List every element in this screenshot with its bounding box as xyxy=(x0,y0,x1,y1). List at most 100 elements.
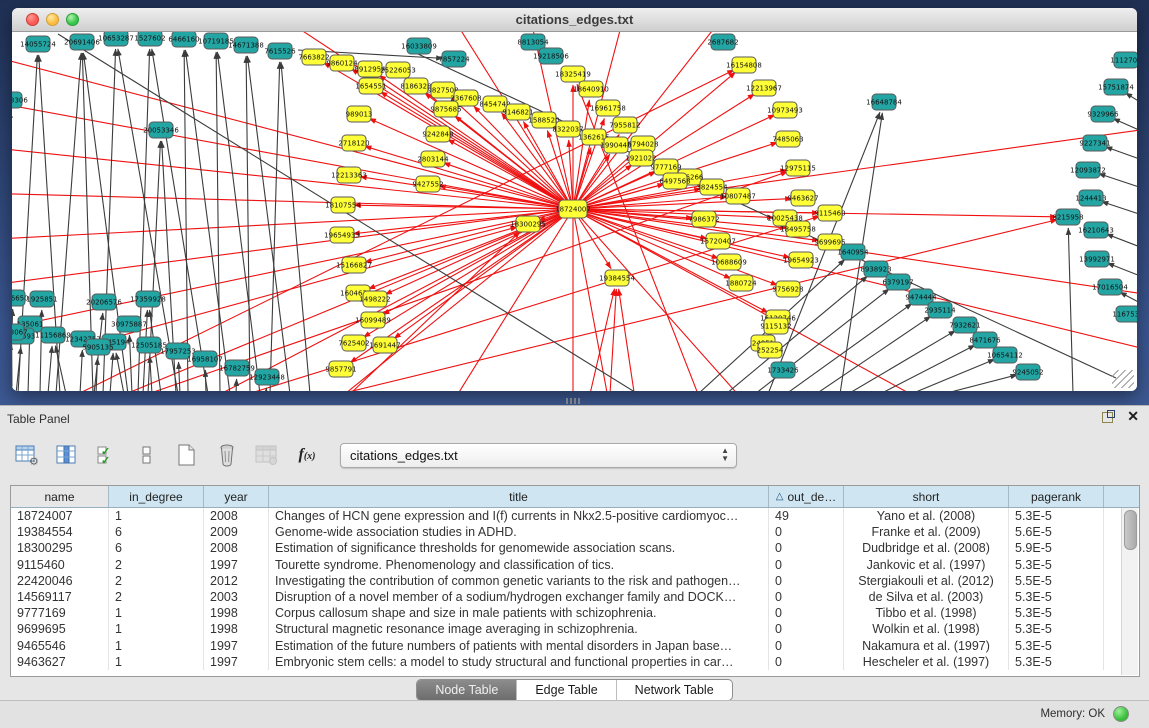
delete-table-button[interactable] xyxy=(212,440,242,470)
cell-out_degree[interactable]: 49 xyxy=(769,508,844,524)
cell-short[interactable]: Wolkin et al. (1998) xyxy=(844,621,1009,637)
graph-node[interactable]: 7857224 xyxy=(438,51,470,67)
graph-node[interactable]: 15751874 xyxy=(1098,79,1134,95)
graph-node[interactable]: 9115460 xyxy=(814,205,845,221)
cell-in_degree[interactable]: 1 xyxy=(109,605,204,621)
new-table-button[interactable] xyxy=(172,440,202,470)
cell-year[interactable]: 2012 xyxy=(204,573,269,589)
graph-node[interactable]: 15166827 xyxy=(336,257,372,273)
graph-node[interactable]: 12093872 xyxy=(1070,162,1106,178)
graph-node[interactable]: 1654551 xyxy=(355,78,386,94)
cell-pagerank[interactable]: 5.3E-5 xyxy=(1009,589,1104,605)
cell-short[interactable]: de Silva et al. (2003) xyxy=(844,589,1009,605)
cell-pagerank[interactable]: 5.3E-5 xyxy=(1009,508,1104,524)
cell-name[interactable]: 9465546 xyxy=(11,638,109,654)
graph-node[interactable]: 20691406 xyxy=(64,34,100,50)
graph-node[interactable]: 16033809 xyxy=(401,38,437,54)
table-settings-button[interactable]: ⚙ xyxy=(12,440,42,470)
graph-node[interactable]: 8215958 xyxy=(1052,209,1083,225)
panel-splitter-handle[interactable] xyxy=(566,398,582,404)
graph-node[interactable]: 9115132 xyxy=(760,318,791,334)
cell-pagerank[interactable]: 5.3E-5 xyxy=(1009,621,1104,637)
cell-year[interactable]: 1997 xyxy=(204,557,269,573)
graph-node[interactable]: 9329966 xyxy=(1087,106,1119,122)
graph-node[interactable]: 16961758 xyxy=(590,100,626,116)
cell-pagerank[interactable]: 5.3E-5 xyxy=(1009,638,1104,654)
graph-node[interactable]: 1880724 xyxy=(725,275,757,291)
cell-in_degree[interactable]: 6 xyxy=(109,524,204,540)
graph-node[interactable]: 9857791 xyxy=(325,361,356,377)
column-header-short[interactable]: short xyxy=(844,486,1009,507)
graph-node[interactable]: 252254 xyxy=(757,342,784,358)
tab-node-table[interactable]: Node Table xyxy=(417,680,517,700)
graph-node[interactable]: 7955812 xyxy=(609,117,640,133)
graph-node[interactable]: 15720407 xyxy=(700,233,736,249)
graph-node[interactable]: 9245052 xyxy=(1012,364,1043,380)
cell-out_degree[interactable]: 0 xyxy=(769,540,844,556)
table-row[interactable]: 2242004622012Investigating the contribut… xyxy=(11,573,1139,589)
cell-out_degree[interactable]: 0 xyxy=(769,524,844,540)
network-canvas[interactable]: 1405572420691406106532871527602646616010… xyxy=(12,32,1137,391)
vertical-scrollbar[interactable] xyxy=(1121,508,1138,675)
cell-out_degree[interactable]: 0 xyxy=(769,621,844,637)
graph-node[interactable]: 25226053 xyxy=(380,62,416,78)
graph-node[interactable]: 9756928 xyxy=(772,281,803,297)
graph-node[interactable]: 14055724 xyxy=(20,36,56,52)
cell-out_degree[interactable]: 0 xyxy=(769,557,844,573)
graph-node[interactable]: 7615526 xyxy=(264,43,296,59)
cell-short[interactable]: Dudbridge et al. (2008) xyxy=(844,540,1009,556)
cell-name[interactable]: 9463627 xyxy=(11,654,109,670)
table-row[interactable]: 946362711997Embryonic stem cells: a mode… xyxy=(11,654,1139,670)
graph-node[interactable]: 5905135 xyxy=(82,339,113,355)
table-row[interactable]: 1456911722003Disruption of a novel membe… xyxy=(11,589,1139,605)
graph-node[interactable]: 1112703 xyxy=(1110,52,1137,68)
cell-in_degree[interactable]: 6 xyxy=(109,540,204,556)
graph-node[interactable]: 9242848 xyxy=(422,126,453,142)
graph-node[interactable]: 18300295 xyxy=(510,216,546,232)
cell-title[interactable]: Estimation of significance thresholds fo… xyxy=(269,540,769,556)
graph-node[interactable]: 1244413 xyxy=(1075,190,1106,206)
table-selector-dropdown[interactable]: citations_edges.txt ▲▼ xyxy=(340,443,737,468)
cell-pagerank[interactable]: 5.3E-5 xyxy=(1009,654,1104,670)
cell-short[interactable]: Tibbo et al. (1998) xyxy=(844,605,1009,621)
column-select-button[interactable] xyxy=(52,440,82,470)
cell-title[interactable]: Genome-wide association studies in ADHD. xyxy=(269,524,769,540)
graph-node[interactable]: 17016504 xyxy=(1092,279,1128,295)
table-row[interactable]: 1938455462009Genome-wide association stu… xyxy=(11,524,1139,540)
cell-short[interactable]: Yano et al. (2008) xyxy=(844,508,1009,524)
table-row[interactable]: 1872400712008Changes of HCN gene express… xyxy=(11,508,1139,524)
graph-node[interactable]: 1498222 xyxy=(359,291,390,307)
cell-title[interactable]: Disruption of a novel member of a sodium… xyxy=(269,589,769,605)
graph-node[interactable]: 7485063 xyxy=(772,131,803,147)
cell-in_degree[interactable]: 2 xyxy=(109,589,204,605)
graph-node[interactable]: 6466160 xyxy=(168,32,199,47)
graph-node[interactable]: 8471676 xyxy=(969,332,1001,348)
cell-title[interactable]: Corpus callosum shape and size in male p… xyxy=(269,605,769,621)
graph-node[interactable]: 6497568 xyxy=(659,173,690,189)
table-row[interactable]: 977716911998Corpus callosum shape and si… xyxy=(11,605,1139,621)
graph-node[interactable]: 2718120 xyxy=(338,135,369,151)
cell-title[interactable]: Structural magnetic resonance image aver… xyxy=(269,621,769,637)
cell-pagerank[interactable]: 5.3E-5 xyxy=(1009,605,1104,621)
cell-title[interactable]: Embryonic stem cells: a model to study s… xyxy=(269,654,769,670)
graph-node[interactable]: 1691447 xyxy=(369,337,400,353)
graph-node[interactable]: 989013 xyxy=(346,106,373,122)
cell-in_degree[interactable]: 1 xyxy=(109,508,204,524)
citation-network-graph[interactable]: 1405572420691406106532871527602646616010… xyxy=(12,32,1137,391)
graph-node[interactable]: 7663822 xyxy=(298,49,329,65)
graph-node[interactable]: 12213363 xyxy=(331,167,367,183)
graph-node[interactable]: 9227341 xyxy=(1079,135,1110,151)
window-titlebar[interactable]: citations_edges.txt xyxy=(12,8,1137,32)
graph-node[interactable]: 13992971 xyxy=(1079,251,1115,267)
graph-node[interactable]: 1733426 xyxy=(767,362,799,378)
graph-node[interactable]: 16210643 xyxy=(1078,222,1114,238)
cell-year[interactable]: 1998 xyxy=(204,605,269,621)
cell-title[interactable]: Changes of HCN gene expression and I(f) … xyxy=(269,508,769,524)
column-header-in_degree[interactable]: in_degree xyxy=(109,486,204,507)
cell-out_degree[interactable]: 0 xyxy=(769,573,844,589)
cell-pagerank[interactable]: 5.9E-5 xyxy=(1009,540,1104,556)
cell-year[interactable]: 1998 xyxy=(204,621,269,637)
graph-node[interactable]: 18107554 xyxy=(325,197,361,213)
graph-node[interactable]: 19654923 xyxy=(783,252,819,268)
graph-node[interactable]: 7932621 xyxy=(949,317,980,333)
